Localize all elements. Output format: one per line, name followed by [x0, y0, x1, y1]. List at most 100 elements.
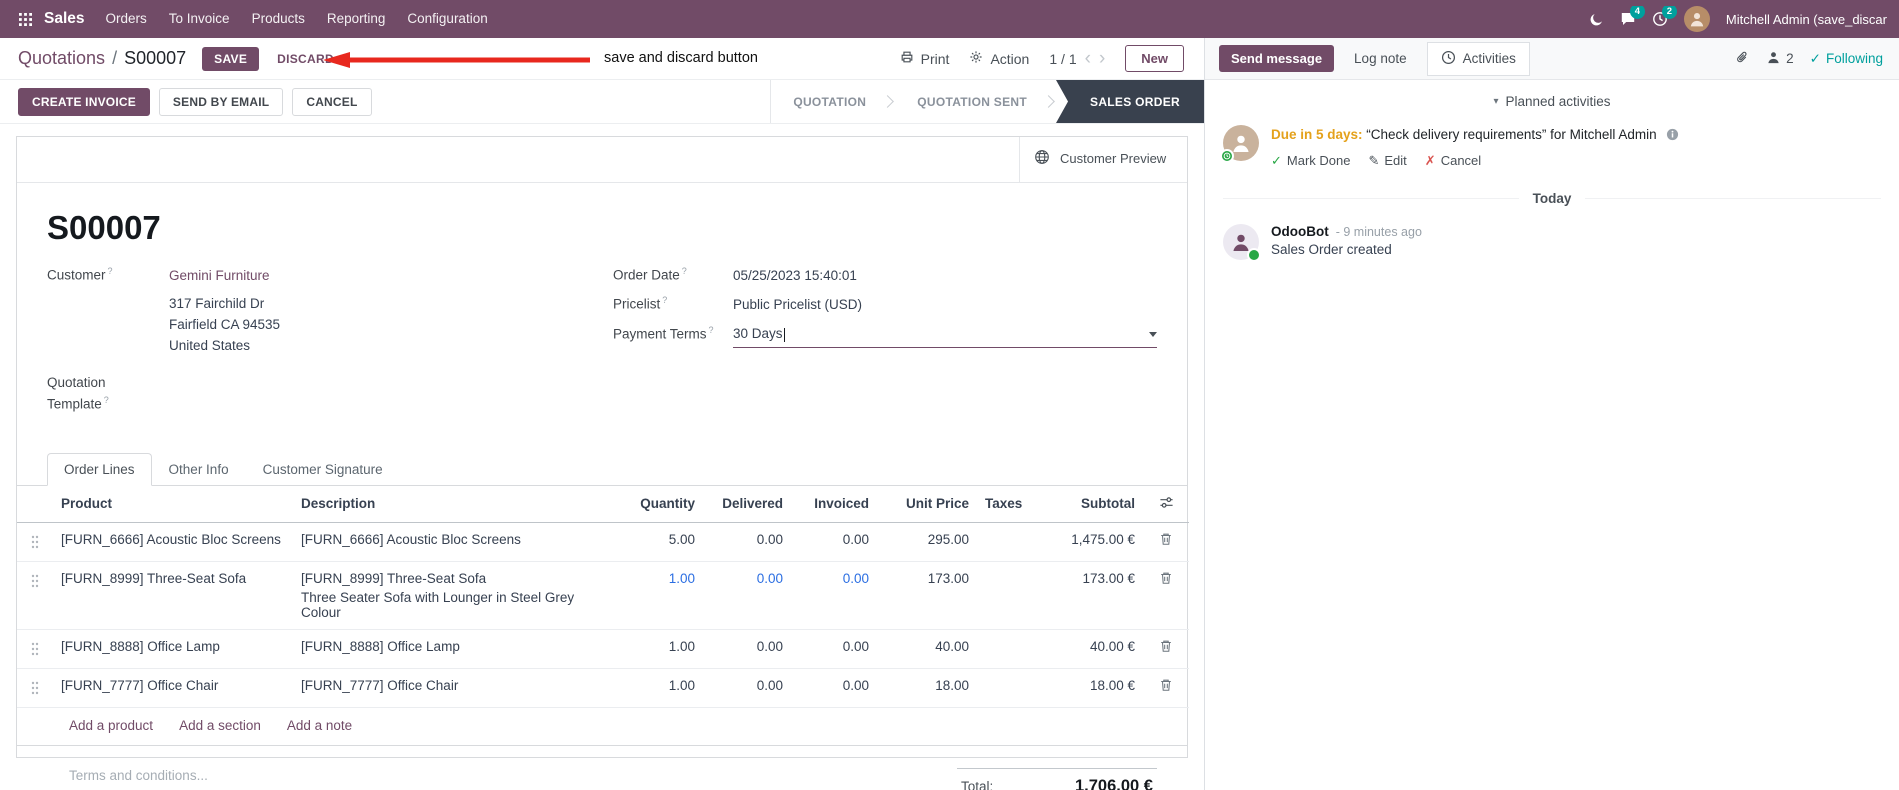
user-avatar[interactable] — [1683, 6, 1710, 32]
cell-taxes[interactable] — [977, 561, 1033, 630]
message-author[interactable]: OdooBot — [1271, 224, 1329, 239]
col-product[interactable]: Product — [53, 485, 293, 523]
terms-and-conditions-placeholder[interactable]: Terms and conditions... — [69, 768, 208, 790]
nav-item-to-invoice[interactable]: To Invoice — [158, 0, 241, 38]
apps-grid-icon[interactable] — [10, 0, 40, 38]
cell-quantity[interactable]: 1.00 — [623, 561, 703, 630]
col-quantity[interactable]: Quantity — [623, 485, 703, 523]
add-a-note-link[interactable]: Add a note — [287, 718, 352, 733]
drag-handle-icon[interactable] — [17, 668, 53, 708]
odoobot-avatar[interactable] — [1223, 223, 1261, 262]
optional-columns-icon[interactable] — [1143, 485, 1189, 523]
info-icon[interactable] — [1666, 127, 1679, 147]
save-button[interactable]: SAVE — [202, 46, 260, 71]
cell-description[interactable]: [FURN_6666] Acoustic Bloc Screens — [293, 522, 623, 562]
paperclip-icon[interactable] — [1735, 50, 1750, 68]
cell-product[interactable]: [FURN_8888] Office Lamp — [53, 629, 293, 669]
app-name[interactable]: Sales — [44, 10, 85, 28]
pricelist-field[interactable]: Public Pricelist (USD) — [733, 295, 862, 316]
cell-taxes[interactable] — [977, 522, 1033, 562]
new-button[interactable]: New — [1125, 45, 1184, 72]
tab-customer-signature[interactable]: Customer Signature — [246, 453, 400, 486]
planned-activities-header[interactable]: ▾ Planned activities — [1223, 94, 1881, 109]
user-name[interactable]: Mitchell Admin (save_discar — [1726, 12, 1887, 27]
activities-tab[interactable]: Activities — [1426, 41, 1530, 76]
cell-invoiced[interactable]: 0.00 — [791, 629, 877, 669]
stage-sales-order[interactable]: SALES ORDER — [1056, 80, 1204, 123]
edit-activity-button[interactable]: ✎ Edit — [1368, 153, 1406, 169]
delete-row-icon[interactable] — [1143, 522, 1189, 562]
breadcrumb-quotations-link[interactable]: Quotations — [18, 48, 105, 69]
cell-quantity[interactable]: 1.00 — [623, 629, 703, 669]
cell-product[interactable]: [FURN_8999] Three-Seat Sofa — [53, 561, 293, 630]
send-by-email-button[interactable]: SEND BY EMAIL — [158, 87, 284, 116]
tab-order-lines[interactable]: Order Lines — [47, 452, 152, 486]
cell-unit-price[interactable]: 173.00 — [877, 561, 977, 630]
delete-row-icon[interactable] — [1143, 561, 1189, 630]
tab-other-info[interactable]: Other Info — [152, 453, 246, 486]
drag-handle-icon[interactable] — [17, 522, 53, 562]
breadcrumb: Quotations / S00007 — [18, 48, 186, 69]
cell-invoiced[interactable]: 0.00 — [791, 561, 877, 630]
send-message-button[interactable]: Send message — [1219, 45, 1335, 72]
cell-invoiced[interactable]: 0.00 — [791, 668, 877, 708]
cell-unit-price[interactable]: 18.00 — [877, 668, 977, 708]
following-button[interactable]: ✓ Following — [1810, 51, 1883, 67]
cell-invoiced[interactable]: 0.00 — [791, 522, 877, 562]
drag-handle-icon[interactable] — [17, 629, 53, 669]
stage-quotation[interactable]: QUOTATION — [771, 80, 888, 123]
cell-description[interactable]: [FURN_7777] Office Chair — [293, 668, 623, 708]
cell-quantity[interactable]: 5.00 — [623, 522, 703, 562]
col-invoiced[interactable]: Invoiced — [791, 485, 877, 523]
dropdown-caret-icon[interactable] — [1149, 332, 1157, 338]
drag-handle-icon[interactable] — [17, 561, 53, 630]
cell-delivered[interactable]: 0.00 — [703, 522, 791, 562]
log-note-button[interactable]: Log note — [1346, 45, 1415, 72]
customer-preview-button[interactable]: Customer Preview — [1019, 137, 1187, 182]
payment-terms-input[interactable]: 30 Days — [733, 324, 1157, 349]
mark-done-button[interactable]: ✓ Mark Done — [1271, 153, 1350, 169]
delete-row-icon[interactable] — [1143, 668, 1189, 708]
print-button[interactable]: Print — [900, 50, 949, 67]
cell-quantity[interactable]: 1.00 — [623, 668, 703, 708]
cell-description[interactable]: [FURN_8888] Office Lamp — [293, 629, 623, 669]
cell-delivered[interactable]: 0.00 — [703, 561, 791, 630]
col-delivered[interactable]: Delivered — [703, 485, 791, 523]
col-taxes[interactable]: Taxes — [977, 485, 1033, 523]
cell-unit-price[interactable]: 295.00 — [877, 522, 977, 562]
col-unit-price[interactable]: Unit Price — [877, 485, 977, 523]
add-a-product-link[interactable]: Add a product — [69, 718, 153, 733]
cell-product[interactable]: [FURN_7777] Office Chair — [53, 668, 293, 708]
dark-mode-moon-icon[interactable] — [1589, 12, 1604, 27]
cell-description[interactable]: [FURN_8999] Three-Seat Sofa Three Seater… — [293, 561, 623, 630]
pager-previous-icon[interactable]: ‹ — [1085, 49, 1091, 68]
activities-clock-icon[interactable]: 2 — [1652, 6, 1677, 27]
cell-taxes[interactable] — [977, 668, 1033, 708]
cell-product[interactable]: [FURN_6666] Acoustic Bloc Screens — [53, 522, 293, 562]
create-invoice-button[interactable]: CREATE INVOICE — [18, 87, 150, 116]
order-date-field[interactable]: 05/25/2023 15:40:01 — [733, 266, 857, 287]
messages-icon[interactable]: 4 — [1620, 6, 1645, 27]
cell-delivered[interactable]: 0.00 — [703, 668, 791, 708]
followers-button[interactable]: 2 — [1766, 50, 1794, 68]
status-pipeline: QUOTATION QUOTATION SENT SALES ORDER — [770, 80, 1204, 123]
cell-taxes[interactable] — [977, 629, 1033, 669]
nav-item-reporting[interactable]: Reporting — [316, 0, 397, 38]
customer-link[interactable]: Gemini Furniture — [169, 266, 270, 287]
cell-unit-price[interactable]: 40.00 — [877, 629, 977, 669]
order-title[interactable]: S00007 — [47, 209, 1157, 247]
cancel-button[interactable]: CANCEL — [292, 87, 372, 116]
delete-row-icon[interactable] — [1143, 629, 1189, 669]
nav-item-orders[interactable]: Orders — [95, 0, 158, 38]
nav-item-products[interactable]: Products — [241, 0, 316, 38]
cancel-activity-button[interactable]: ✗ Cancel — [1425, 153, 1481, 169]
add-a-section-link[interactable]: Add a section — [179, 718, 261, 733]
action-button[interactable]: Action — [969, 50, 1029, 67]
nav-item-configuration[interactable]: Configuration — [396, 0, 498, 38]
pager-next-icon[interactable]: › — [1099, 49, 1105, 68]
stage-quotation-sent[interactable]: QUOTATION SENT — [895, 80, 1049, 123]
activity-avatar[interactable] — [1220, 125, 1259, 163]
col-description[interactable]: Description — [293, 485, 623, 523]
cell-delivered[interactable]: 0.00 — [703, 629, 791, 669]
col-subtotal[interactable]: Subtotal — [1033, 485, 1143, 523]
